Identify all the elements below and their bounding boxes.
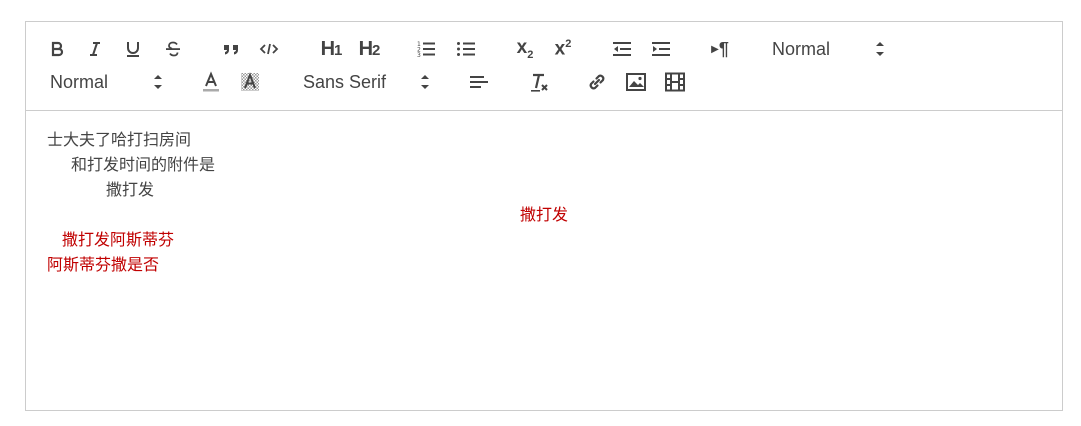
font-picker[interactable]: Sans Serif — [303, 69, 431, 95]
italic-button[interactable] — [84, 36, 106, 62]
font-picker-label: Sans Serif — [303, 71, 387, 92]
updown-caret-icon — [876, 42, 884, 56]
h1-label: H1 — [320, 37, 343, 60]
header-picker[interactable]: Normal — [772, 36, 886, 62]
ordered-list-icon: 1 2 3 — [417, 41, 435, 58]
superscript-label: x2 — [554, 37, 572, 60]
indent-button[interactable] — [649, 36, 673, 62]
image-icon — [626, 73, 646, 91]
underline-button[interactable] — [122, 36, 144, 62]
bold-icon — [51, 41, 64, 57]
header-picker-label: Normal — [772, 38, 831, 59]
rtl-arrow-icon: ▶ — [711, 43, 719, 55]
content-line: 士大夫了哈打扫房间 — [47, 130, 192, 149]
size-picker[interactable]: Normal — [50, 69, 164, 95]
ordered-list-button[interactable]: 1 2 3 — [414, 36, 438, 62]
bullet-list-button[interactable] — [454, 36, 478, 62]
header-1-button[interactable]: H1 — [316, 36, 346, 62]
updown-caret-icon — [154, 75, 162, 89]
content-line: 和打发时间的附件是 — [71, 155, 216, 174]
background-color-button[interactable] — [239, 69, 261, 95]
editor-content[interactable]: 士大夫了哈打扫房间 和打发时间的附件是 撒打发 撒打发 撒打发阿斯蒂芬 阿斯蒂芬… — [26, 111, 1062, 411]
italic-icon — [90, 42, 100, 56]
size-picker-label: Normal — [50, 71, 109, 92]
quote-icon — [224, 45, 238, 55]
link-button[interactable] — [585, 69, 609, 95]
font-color-icon — [203, 71, 219, 92]
h2-label: H2 — [358, 37, 381, 60]
superscript-button[interactable]: x2 — [550, 36, 576, 62]
underline-icon — [127, 42, 139, 57]
clear-format-button[interactable] — [527, 69, 551, 95]
header-2-button[interactable]: H2 — [354, 36, 384, 62]
indent-icon — [652, 42, 670, 56]
link-icon — [589, 74, 605, 90]
strike-button[interactable] — [162, 36, 184, 62]
updown-caret-icon — [421, 75, 429, 89]
pilcrow-icon: ¶ — [718, 38, 729, 59]
outdent-icon — [613, 42, 631, 56]
content-line: 撒打发阿斯蒂芬 — [62, 230, 175, 249]
align-button[interactable] — [467, 69, 491, 95]
text-color-button[interactable] — [200, 69, 222, 95]
content-line-centered: 撒打发 — [519, 205, 568, 224]
rich-text-editor: H1 H2 1 2 3 x2 x2 ▶ ¶ Normal Normal Sans… — [25, 21, 1063, 411]
editor-toolbar: H1 H2 1 2 3 x2 x2 ▶ ¶ Normal Normal Sans… — [26, 22, 1062, 111]
outdent-button[interactable] — [610, 36, 634, 62]
film-icon — [665, 72, 685, 92]
text-direction-button[interactable]: ▶ ¶ — [708, 36, 732, 62]
subscript-label: x2 — [516, 37, 534, 61]
video-button[interactable] — [663, 69, 687, 95]
svg-text:3: 3 — [417, 52, 421, 58]
blockquote-button[interactable] — [221, 36, 243, 62]
align-left-icon — [470, 76, 488, 88]
strikethrough-icon — [166, 41, 180, 57]
content-line: 阿斯蒂芬撒是否 — [47, 255, 160, 274]
bold-button[interactable] — [46, 36, 68, 62]
content-line: 撒打发 — [106, 180, 155, 199]
subscript-button[interactable]: x2 — [512, 36, 538, 62]
highlight-icon — [241, 72, 259, 91]
image-button[interactable] — [624, 69, 648, 95]
bullet-list-icon — [457, 42, 475, 56]
code-block-button[interactable] — [258, 36, 280, 62]
clear-format-icon — [531, 73, 548, 92]
code-icon — [259, 43, 279, 55]
